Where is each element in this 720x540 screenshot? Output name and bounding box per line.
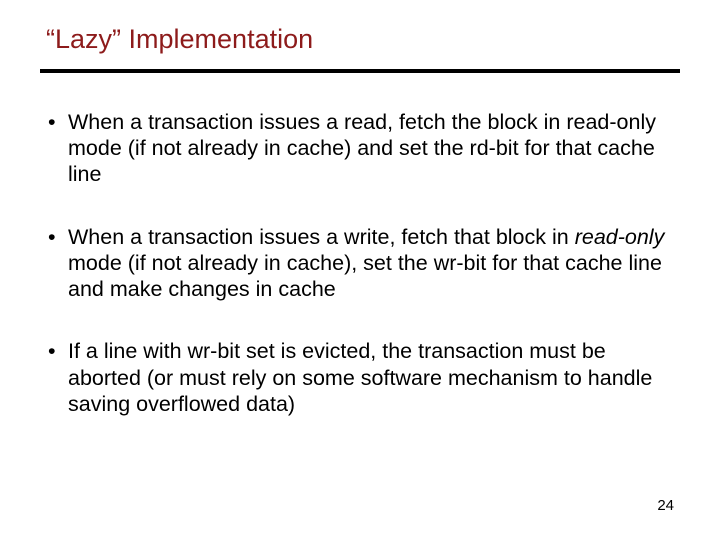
page-number: 24 [657,497,674,514]
bullet-item: When a transaction issues a read, fetch … [48,109,680,188]
bullet-list: When a transaction issues a read, fetch … [40,109,680,417]
bullet-text: If a line with wr-bit set is evicted, th… [68,339,652,415]
bullet-text: When a transaction issues a read, fetch … [68,110,656,186]
bullet-item: If a line with wr-bit set is evicted, th… [48,338,680,417]
bullet-text: When a transaction issues a write, fetch… [68,225,664,301]
title-underline [40,69,680,73]
bullet-item: When a transaction issues a write, fetch… [48,224,680,303]
slide-title: “Lazy” Implementation [46,24,680,55]
slide: “Lazy” Implementation When a transaction… [0,0,720,540]
